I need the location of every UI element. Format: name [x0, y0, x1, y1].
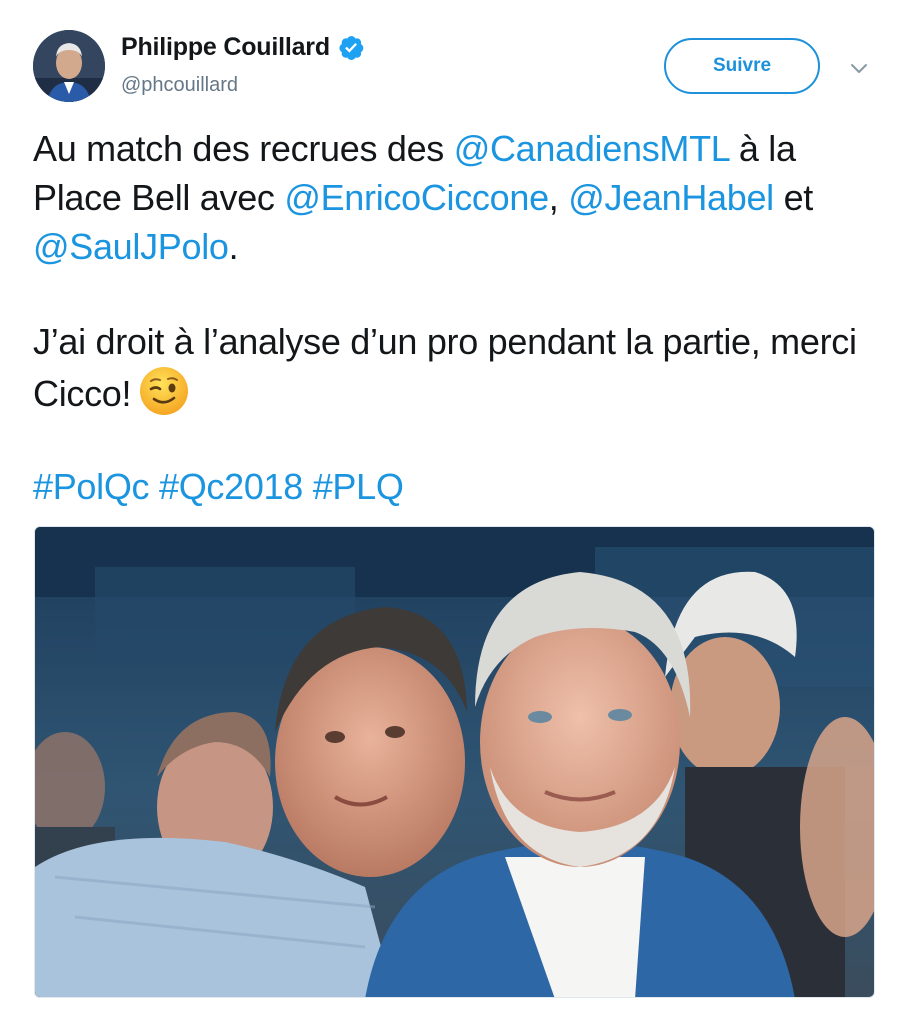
text-segment: , [548, 177, 569, 218]
text-segment: et [773, 177, 814, 218]
avatar-image [33, 30, 105, 102]
text-segment: Au match des recrues des [33, 128, 454, 169]
tweet-hashtags: #PolQc #Qc2018 #PLQ [33, 462, 883, 511]
mention-link[interactable]: @JeanHabel [568, 177, 774, 218]
mention-link[interactable]: @EnricoCiccone [284, 177, 549, 218]
hashtag-link[interactable]: #Qc2018 [159, 466, 303, 507]
photo-image [35, 527, 874, 997]
hashtag-link[interactable]: #PLQ [313, 466, 404, 507]
mention-link[interactable]: @CanadiensMTL [454, 128, 730, 169]
winking-face-emoji-icon [140, 367, 189, 415]
tweet-header: Philippe Couillard @phcouillard Suivre [0, 0, 902, 120]
text-segment: . [228, 226, 239, 267]
mention-link[interactable]: @SaulJPolo [33, 226, 229, 267]
author-name-row: Philippe Couillard [121, 33, 365, 62]
tweet-text-paragraph-1: Au match des recrues des @CanadiensMTL à… [33, 124, 883, 271]
tweet-text-paragraph-2: J’ai droit à l’analyse d’un pro pendant … [33, 317, 883, 418]
hashtag-link[interactable]: #PolQc [33, 466, 150, 507]
author-handle[interactable]: @phcouillard [121, 74, 238, 97]
author-name[interactable]: Philippe Couillard [121, 33, 330, 62]
follow-button[interactable]: Suivre [664, 38, 820, 94]
verified-badge-icon [339, 36, 364, 60]
chevron-down-icon[interactable] [847, 56, 871, 80]
author-avatar[interactable] [33, 30, 105, 102]
tweet-photo[interactable] [34, 526, 875, 998]
